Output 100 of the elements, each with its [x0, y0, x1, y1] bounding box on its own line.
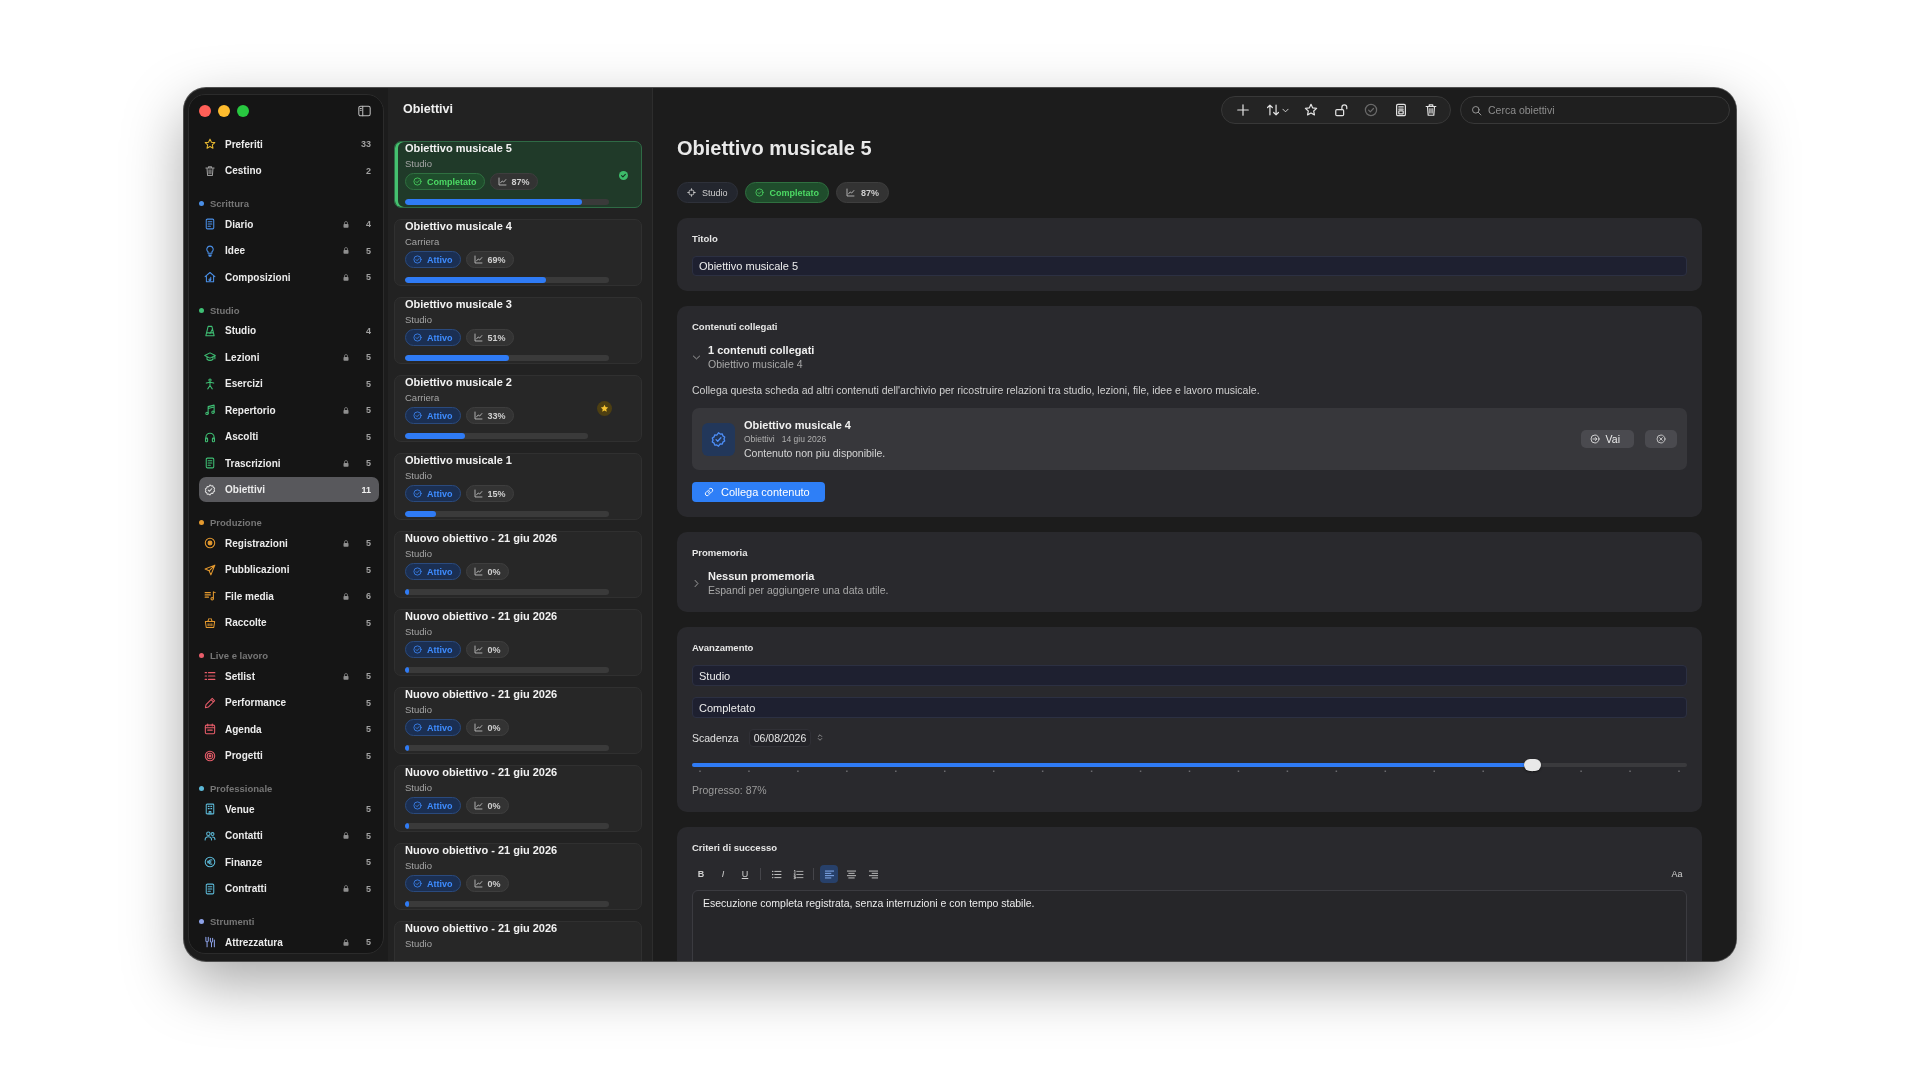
caret-icon: [1281, 106, 1289, 114]
sidebar-item[interactable]: Esercizi 5: [199, 371, 379, 396]
sidebar-item[interactable]: Attrezzatura 5: [199, 929, 379, 953]
status-label: Attivo: [427, 800, 453, 811]
search-field[interactable]: Cerca obiettivi: [1460, 96, 1730, 124]
search-icon: [1471, 104, 1482, 116]
sidebar-item[interactable]: Registrazioni 5: [199, 530, 379, 556]
section-title: Live e lavoro: [210, 650, 269, 661]
status-label: Attivo: [427, 878, 453, 889]
bold-button[interactable]: B: [692, 865, 710, 883]
select-field[interactable]: Studio: [692, 665, 1687, 686]
sidebar-item[interactable]: Finanze 5: [199, 849, 379, 875]
sidebar-item[interactable]: Pubblicazioni 5: [199, 557, 379, 582]
goal-card[interactable]: Obiettivo musicale 1 Studio Attivo 15%: [394, 453, 642, 520]
align-left-button[interactable]: [820, 865, 838, 883]
goal-card[interactable]: Nuovo obiettivo - 21 giu 2026 Studio Attivo 0%: [394, 687, 642, 754]
goal-card[interactable]: Nuovo obiettivo - 21 giu 2026 Studio: [394, 921, 642, 961]
chart-icon: [473, 723, 483, 732]
slider-thumb[interactable]: [1523, 759, 1541, 771]
sidebar-item[interactable]: Contatti 5: [199, 823, 379, 848]
item-count: 5: [365, 378, 371, 389]
document-icon: [1394, 103, 1408, 117]
sidebar-item[interactable]: Studio 4: [199, 318, 379, 343]
plus-icon: [1236, 103, 1250, 117]
sidebar-item[interactable]: Venue 5: [199, 796, 379, 822]
italic-button[interactable]: I: [714, 865, 732, 883]
status-label: Attivo: [427, 410, 453, 421]
sidebar-icon[interactable]: [357, 103, 372, 118]
font-button[interactable]: Aa: [1667, 865, 1687, 883]
document-icon: [204, 882, 216, 895]
sidebar-item[interactable]: Progetti 5: [199, 743, 379, 768]
minimize-window-icon[interactable]: [218, 104, 230, 117]
progress-label: 87%: [861, 187, 880, 198]
trash-icon: [204, 164, 216, 177]
item-count: 5: [365, 724, 371, 734]
graduation-cap-icon: [204, 351, 216, 363]
section-label: Criteri di successo: [692, 842, 777, 854]
go-button[interactable]: Vai: [1580, 430, 1634, 448]
status-label: Attivo: [427, 332, 453, 343]
date-field[interactable]: 06/08/2026: [748, 728, 811, 747]
document-icon: [204, 457, 216, 469]
chevron-icon[interactable]: [692, 352, 701, 362]
goal-title: Nuovo obiettivo - 21 giu 2026: [405, 922, 558, 935]
align-center-icon: [845, 868, 857, 880]
link-content-button[interactable]: Collega contenuto: [692, 482, 825, 502]
sidebar-item[interactable]: Obiettivi 11: [199, 477, 379, 502]
title-field[interactable]: Obiettivo musicale 5: [692, 256, 1687, 276]
headphones-icon: [204, 430, 216, 443]
sort-arrows-icon: [1265, 103, 1280, 117]
select-field[interactable]: Completato: [692, 697, 1687, 718]
goal-category: Studio: [405, 859, 432, 872]
zoom-window-icon[interactable]: [237, 104, 249, 117]
item-count: 5: [365, 937, 371, 947]
sidebar-item[interactable]: Diario 4: [199, 211, 379, 237]
sidebar-item[interactable]: Idee 5: [199, 238, 379, 263]
goal-title: Nuovo obiettivo - 21 giu 2026: [405, 766, 558, 779]
goal-card[interactable]: Obiettivo musicale 3 Studio Attivo 51%: [394, 297, 642, 364]
sidebar-item[interactable]: Raccolte 5: [199, 610, 379, 635]
sidebar-item[interactable]: Preferiti 33: [199, 131, 379, 157]
due-label: Scadenza: [692, 731, 739, 744]
goal-category: Studio: [405, 625, 432, 638]
sidebar-item[interactable]: Composizioni 5: [199, 264, 379, 290]
person-icon: [204, 377, 216, 390]
house-icon: [204, 271, 216, 283]
goal-card[interactable]: Nuovo obiettivo - 21 giu 2026 Studio Attivo 0%: [394, 843, 642, 910]
goal-title: Nuovo obiettivo - 21 giu 2026: [405, 688, 558, 701]
linked-summary: 1 contenuti collegati: [708, 343, 815, 357]
goal-card[interactable]: Nuovo obiettivo - 21 giu 2026 Studio Attivo 0%: [394, 765, 642, 832]
metronome-icon: [204, 324, 216, 337]
goal-title: Nuovo obiettivo - 21 giu 2026: [405, 844, 558, 857]
remove-button[interactable]: [1645, 430, 1677, 448]
goal-card[interactable]: Obiettivo musicale 5 Studio Completato 87%: [394, 141, 642, 208]
underline-button[interactable]: U: [736, 865, 754, 883]
sidebar-item[interactable]: Lezioni 5: [199, 344, 379, 370]
sidebar-item[interactable]: Repertorio 5: [199, 397, 379, 423]
sidebar-item[interactable]: File media 6: [199, 583, 379, 609]
sidebar-item[interactable]: Contratti 5: [199, 876, 379, 901]
goal-card[interactable]: Obiettivo musicale 4 Carriera Attivo 69%: [394, 219, 642, 286]
sidebar-item[interactable]: Trascrizioni 5: [199, 450, 379, 476]
item-count: 5: [365, 617, 371, 628]
sidebar-item[interactable]: Agenda 5: [199, 716, 379, 742]
sidebar-item[interactable]: Cestino 2: [199, 158, 379, 183]
sidebar-item[interactable]: Performance 5: [199, 690, 379, 715]
goal-category: Studio: [405, 547, 432, 560]
sidebar-item[interactable]: Setlist 5: [199, 663, 379, 689]
stepper-icon[interactable]: [815, 731, 824, 744]
close-window-icon[interactable]: [199, 104, 211, 117]
sidebar-item[interactable]: Ascolti 5: [199, 424, 379, 449]
euro-icon: [204, 856, 216, 868]
bullet-list-icon: [770, 868, 782, 880]
tuning-fork-icon: [204, 936, 216, 948]
chevron-icon[interactable]: [692, 578, 701, 588]
crosshair-icon: [687, 188, 696, 197]
editor-field[interactable]: Esecuzione completa registrata, senza interruzioni e con tempo stabile.: [692, 890, 1687, 961]
goal-card[interactable]: Nuovo obiettivo - 21 giu 2026 Studio Attivo 0%: [394, 531, 642, 598]
goal-category: Studio: [405, 703, 432, 716]
goal-card[interactable]: Obiettivo musicale 2 Carriera Attivo 33%: [394, 375, 642, 442]
progress-reading: Progresso: 87%: [692, 784, 767, 797]
goal-card[interactable]: Nuovo obiettivo - 21 giu 2026 Studio Attivo 0%: [394, 609, 642, 676]
check-circle-icon: [754, 188, 764, 197]
